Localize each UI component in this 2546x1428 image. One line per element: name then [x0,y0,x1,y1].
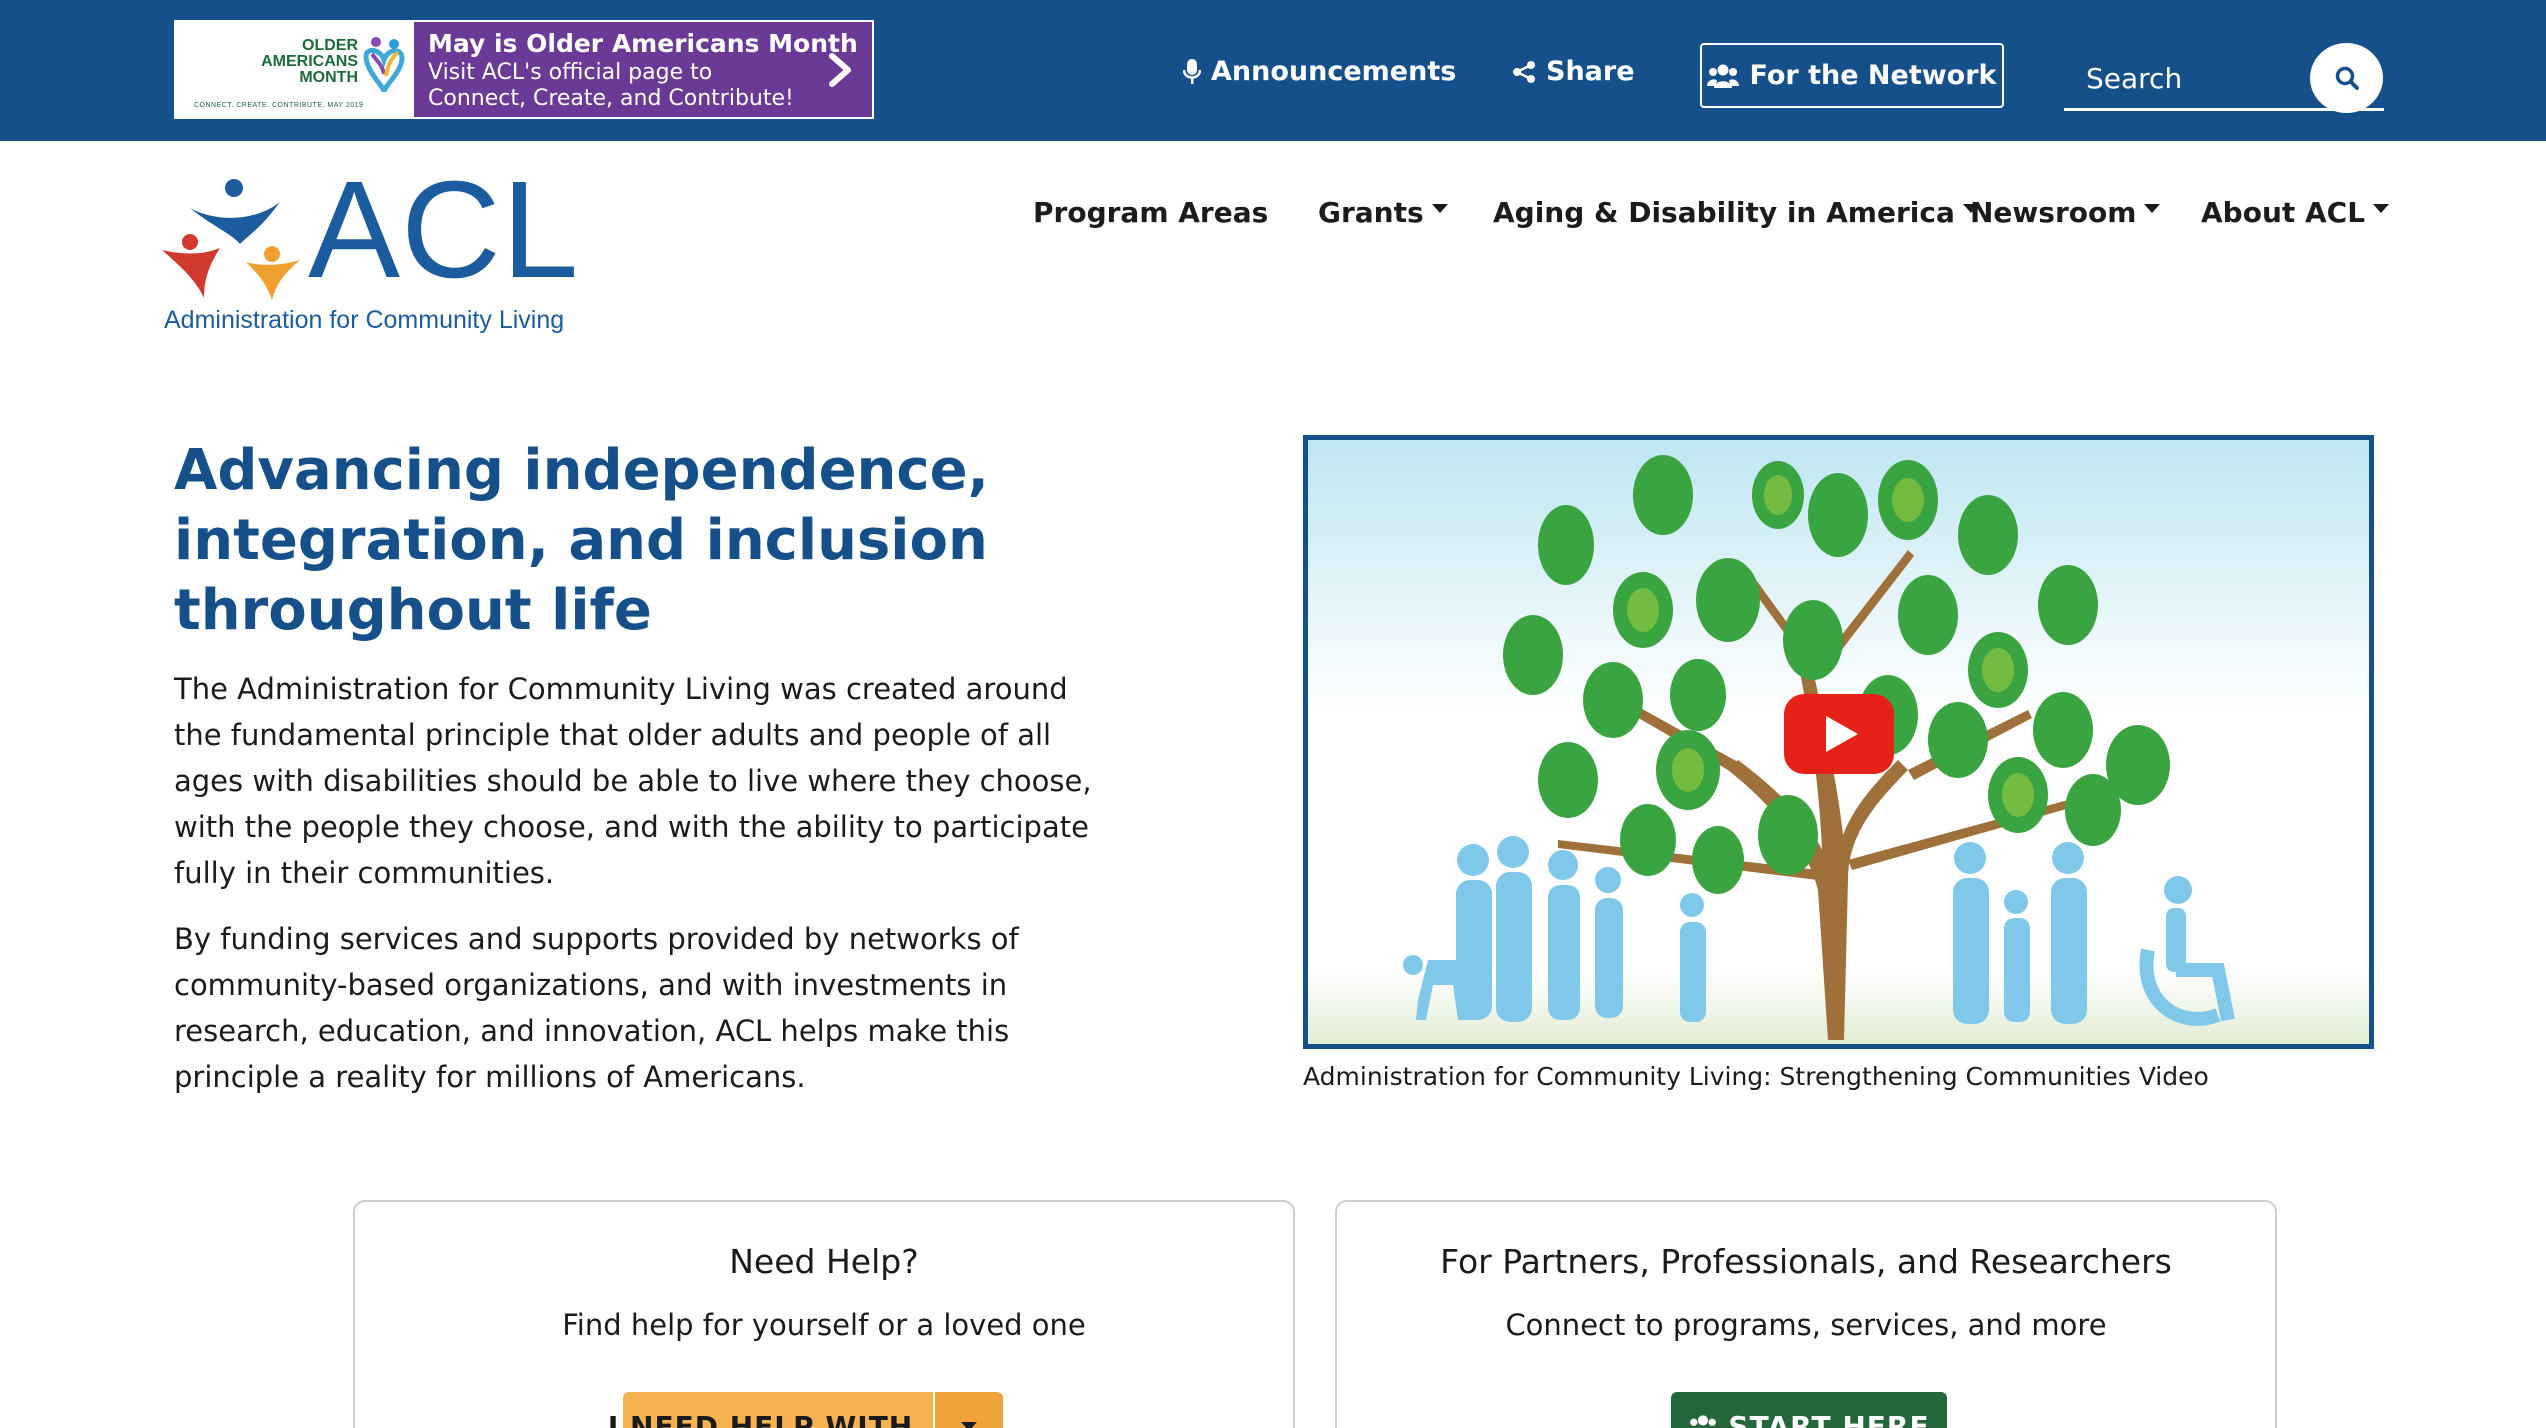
acl-logo-fullname: Administration for Community Living [164,306,565,334]
promo-title: May is Older Americans Month [428,29,858,58]
i-need-help-with-label: I NEED HELP WITH... [607,1410,949,1428]
oam-logo-line1: OLDER [302,37,358,54]
oam-tagline: CONNECT. CREATE. CONTRIBUTE. MAY 2019 [194,102,364,109]
nav-program-areas[interactable]: Program Areas [1033,196,1268,229]
youtube-play-icon [1784,694,1894,774]
hero-heading: Advancing independence, integration, and… [174,438,989,643]
oam-logo-text: OLDER AMERICANS MONTH [238,38,358,86]
help-dropdown-toggle[interactable] [935,1392,1003,1428]
nav-aging-disability[interactable]: Aging & Disability in America [1493,196,1979,229]
chevron-right-icon [829,53,851,87]
older-americans-month-banner[interactable]: OLDER AMERICANS MONTH CONNECT. CREATE. C… [174,20,874,119]
need-help-subtitle: Find help for yourself or a loved one [562,1308,1086,1342]
promo-text-block[interactable]: May is Older Americans Month Visit ACL's… [414,22,872,117]
partners-title: For Partners, Professionals, and Researc… [1440,1242,2172,1281]
share-link[interactable]: Share [1512,56,1635,87]
nav-aging-disability-label: Aging & Disability in America [1493,196,1955,229]
main-navigation: Program Areas Grants Aging & Disability … [0,196,2546,236]
share-icon [1513,60,1535,83]
caret-down-icon [961,1422,977,1428]
search-icon [2335,66,2359,90]
nav-newsroom-label: Newsroom [1970,196,2137,229]
need-help-title: Need Help? [729,1242,919,1281]
partners-subtitle: Connect to programs, services, and more [1505,1308,2107,1342]
nav-grants-label: Grants [1318,196,1424,229]
share-label: Share [1546,56,1635,87]
users-icon [1707,64,1740,88]
announcements-label: Announcements [1211,56,1457,87]
for-the-network-button[interactable]: For the Network [1700,43,2004,108]
start-here-button[interactable]: START HERE [1671,1392,1947,1428]
hero-paragraph-1: The Administration for Community Living … [174,672,1092,890]
users-icon [1690,1415,1717,1426]
caret-down-icon [1431,204,1448,213]
microphone-icon [1183,58,1201,84]
acl-people-figures-icon [162,179,300,300]
announcements-link[interactable]: Announcements [1183,56,1456,87]
video-caption: Administration for Community Living: Str… [1303,1062,2209,1091]
oam-heart-icon [363,37,405,93]
nav-about-acl[interactable]: About ACL [2201,196,2390,229]
video-thumbnail-tree-illustration [1403,455,2235,1040]
promo-line-3: Connect, Create, and Contribute! [428,86,794,111]
start-here-label: START HERE [1728,1410,1930,1428]
caret-down-icon [2373,204,2390,213]
older-americans-month-logo: OLDER AMERICANS MONTH CONNECT. CREATE. C… [176,22,414,117]
oam-logo-line2: AMERICANS [261,53,358,70]
nav-newsroom[interactable]: Newsroom [1970,196,2161,229]
video-player[interactable] [1303,435,2374,1049]
partners-professionals-card: For Partners, Professionals, and Researc… [1335,1200,2277,1428]
for-the-network-label: For the Network [1749,60,1997,91]
top-utility-bar: OLDER AMERICANS MONTH CONNECT. CREATE. C… [0,0,2546,141]
nav-program-areas-label: Program Areas [1033,196,1269,229]
need-help-card: Need Help? Find help for yourself or a l… [353,1200,1295,1428]
oam-logo-line3: MONTH [299,69,358,86]
nav-about-acl-label: About ACL [2201,196,2366,229]
i-need-help-with-button[interactable]: I NEED HELP WITH... [608,1392,947,1428]
nav-grants[interactable]: Grants [1318,196,1448,229]
promo-line-2: Visit ACL's official page to [428,60,713,85]
search-button[interactable] [2310,43,2383,113]
hero-paragraph-2: By funding services and supports provide… [174,922,1019,1094]
caret-down-icon [2144,204,2161,213]
